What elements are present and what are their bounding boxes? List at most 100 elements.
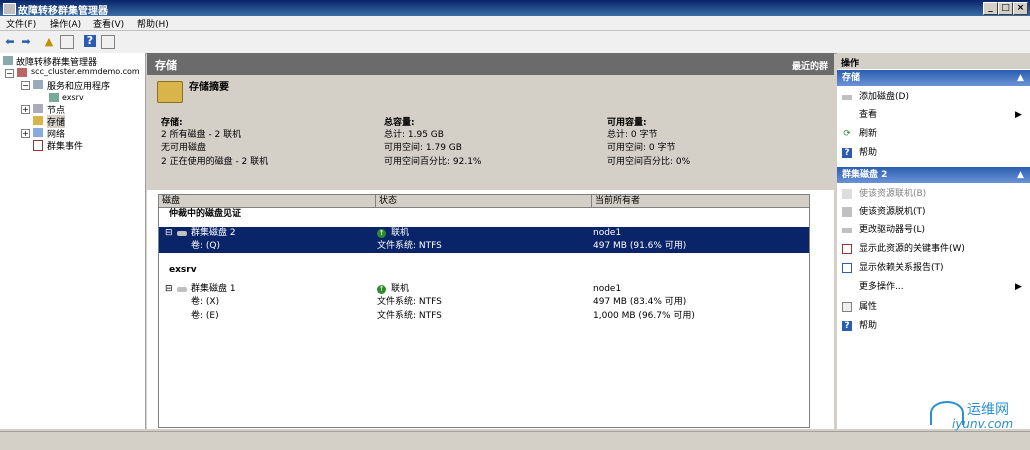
table-row[interactable]: ⊟ 群集磁盘 1 ↑ 联机 node1 [159, 283, 809, 296]
refresh-action[interactable]: ⟳ 刷新 [837, 125, 1030, 143]
dependency-report-action[interactable]: 显示依赖关系报告(T) [837, 259, 1030, 277]
add-disk-action[interactable]: 添加磁盘(D) [837, 88, 1030, 106]
events-icon [842, 244, 852, 254]
volume-name: 卷: (X) [191, 297, 220, 307]
center-header: 存储 最近的群 [147, 53, 834, 75]
folder-up-icon[interactable]: ▲ [42, 35, 56, 49]
view-action[interactable]: 查看 ▶ [837, 106, 1030, 124]
action-label: 刷新 [859, 129, 878, 139]
change-drive-letter-action[interactable]: 更改驱动器号(L) [837, 221, 1030, 239]
table-row[interactable]: ⊟ 群集磁盘 2 ↑ 联机 node1 [159, 227, 809, 240]
disk-name: 群集磁盘 2 [191, 228, 236, 238]
properties-action[interactable]: 属性 [837, 298, 1030, 316]
more-actions[interactable]: 更多操作... ▶ [837, 278, 1030, 296]
available-line: 总计: 0 字节 [607, 130, 658, 140]
column-header-disk[interactable]: 磁盘 [159, 195, 376, 208]
volume-filesystem: 文件系统: NTFS [377, 297, 442, 307]
minimize-button[interactable]: _ [983, 2, 998, 15]
collapse-icon[interactable]: ⊟ [165, 283, 173, 296]
tree-cluster[interactable]: scc_cluster.emmdemo.com [31, 67, 140, 76]
group-label: exsrv [169, 265, 197, 275]
expand-icon[interactable]: + [21, 129, 30, 138]
column-header-owner[interactable]: 当前所有者 [592, 195, 810, 208]
action-label: 显示此资源的关键事件(W) [859, 244, 965, 254]
actions-section-storage[interactable]: 存储 ▲ [837, 70, 1030, 86]
events-icon [33, 140, 43, 151]
table-row[interactable]: 卷: (Q) 文件系统: NTFS 497 MB (91.6% 可用) [159, 240, 809, 253]
app-icon [3, 3, 16, 15]
action-label: 更改驱动器号(L) [859, 225, 926, 235]
tree-events[interactable]: 群集事件 [47, 139, 83, 152]
tree-exsrv[interactable]: exsrv [62, 93, 84, 102]
summary-title: 存储摘要 [189, 82, 229, 93]
actions-pane: 操作 存储 ▲ 添加磁盘(D) 查看 ▶ ⟳ 刷新 ? 帮助 群集磁盘 2 ▲ … [837, 53, 1030, 431]
menu-help[interactable]: 帮助(H) [137, 17, 169, 30]
collapse-icon[interactable]: − [21, 81, 30, 90]
cluster-icon [17, 68, 27, 77]
online-status-icon: ↑ [377, 229, 386, 238]
help-action[interactable]: ? 帮助 [837, 317, 1030, 335]
action-label: 查看 [859, 110, 878, 120]
title-bar: 故障转移群集管理器 _ □ × [0, 0, 1030, 17]
close-button[interactable]: × [1013, 2, 1028, 15]
services-icon [33, 80, 43, 89]
report-icon [842, 263, 852, 273]
status-bar [0, 431, 1030, 450]
volume-size: 497 MB (91.6% 可用) [593, 241, 687, 251]
maximize-button[interactable]: □ [998, 2, 1013, 15]
network-icon [33, 128, 43, 137]
tree-services[interactable]: 服务和应用程序 [47, 79, 110, 92]
refresh-icon: ⟳ [843, 129, 851, 139]
action-label: 帮助 [859, 321, 878, 331]
menu-bar: 文件(F) 操作(A) 查看(V) 帮助(H) [0, 16, 1030, 31]
section-label: 群集磁盘 2 [842, 170, 888, 180]
collapse-arrow-icon[interactable]: ▲ [1017, 167, 1024, 183]
action-label: 更多操作... [859, 282, 904, 292]
column-header-status[interactable]: 状态 [376, 195, 592, 208]
action-label: 帮助 [859, 148, 878, 158]
properties-icon [842, 302, 852, 312]
table-row[interactable]: 卷: (E) 文件系统: NTFS 1,000 MB (96.7% 可用) [159, 310, 809, 323]
action-label: 使该资源联机(B) [859, 189, 927, 199]
cluster-manager-icon [3, 56, 13, 65]
online-status-icon: ↑ [377, 285, 386, 294]
show-critical-events-action[interactable]: 显示此资源的关键事件(W) [837, 240, 1030, 258]
storage-line: 2 所有磁盘 - 2 联机 [161, 130, 242, 140]
collapse-icon[interactable]: − [5, 69, 14, 78]
group-header: exsrv [159, 264, 809, 277]
storage-icon [33, 116, 43, 125]
recent-events-label[interactable]: 最近的群 [792, 59, 828, 72]
available-line: 可用空间百分比: 0% [607, 157, 691, 167]
take-offline-action[interactable]: 使该资源脱机(T) [837, 203, 1030, 221]
show-hide-tree-icon[interactable] [60, 35, 74, 49]
disk-owner: node1 [593, 228, 622, 238]
volume-filesystem: 文件系统: NTFS [377, 311, 442, 321]
take-offline-icon [842, 207, 852, 217]
bring-online-action[interactable]: 使该资源联机(B) [837, 185, 1030, 203]
disk-icon [177, 287, 187, 292]
submenu-arrow-icon: ▶ [1015, 110, 1022, 120]
menu-file[interactable]: 文件(F) [6, 17, 36, 30]
help-action[interactable]: ? 帮助 [837, 144, 1030, 162]
disk-owner: node1 [593, 284, 622, 294]
disk-name: 群集磁盘 1 [191, 284, 236, 294]
properties-icon[interactable] [101, 35, 115, 49]
collapse-icon[interactable]: ⊟ [165, 227, 173, 240]
table-row[interactable]: 卷: (X) 文件系统: NTFS 497 MB (83.4% 可用) [159, 296, 809, 309]
action-label: 显示依赖关系报告(T) [859, 263, 944, 273]
actions-section-disk[interactable]: 群集磁盘 2 ▲ [837, 167, 1030, 183]
group-label: 仲裁中的磁盘见证 [169, 209, 242, 219]
expand-icon[interactable]: + [21, 105, 30, 114]
forward-arrow-icon[interactable]: ➡ [19, 35, 33, 49]
navigation-tree: 故障转移群集管理器 − scc_cluster.emmdemo.com − 服务… [0, 53, 146, 429]
available-line: 可用空间: 0 字节 [607, 143, 676, 153]
drive-icon [842, 228, 852, 233]
help-icon[interactable]: ? [84, 35, 96, 47]
collapse-arrow-icon[interactable]: ▲ [1017, 70, 1024, 86]
back-arrow-icon[interactable]: ⬅ [3, 35, 17, 49]
disk-status: 联机 [391, 228, 410, 238]
menu-action[interactable]: 操作(A) [50, 17, 81, 30]
menu-view[interactable]: 查看(V) [93, 17, 124, 30]
nodes-icon [33, 104, 43, 113]
capacity-line: 总计: 1.95 GB [384, 130, 444, 140]
